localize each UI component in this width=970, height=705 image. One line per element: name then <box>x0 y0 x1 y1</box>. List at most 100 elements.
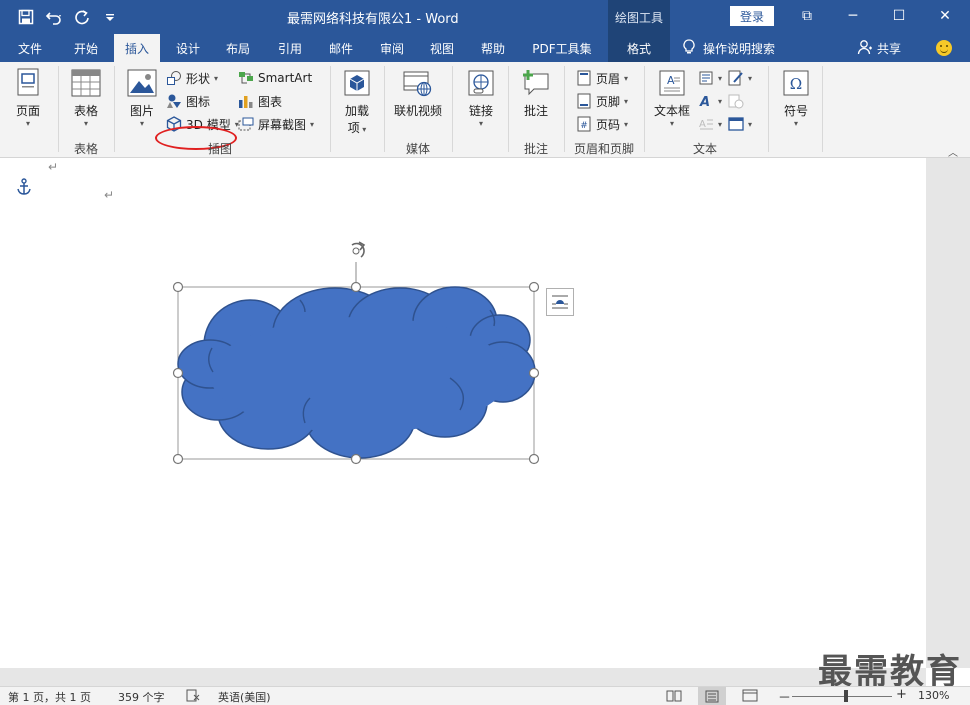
symbol-button[interactable]: Ω 符号 ▾ <box>776 68 816 129</box>
drop-cap-button[interactable]: A ▾ <box>698 114 722 134</box>
footer-icon <box>576 93 592 109</box>
header-chevron-down-icon: ▾ <box>624 73 629 83</box>
right-margin-area <box>944 158 970 668</box>
language-status[interactable]: 英语(美国) <box>218 689 271 705</box>
icons-button[interactable]: 图标 <box>166 91 210 111</box>
cloud-shape-selection[interactable] <box>168 240 548 468</box>
svg-text:A: A <box>667 74 675 87</box>
links-label: 链接 <box>468 104 493 118</box>
vertical-scrollbar[interactable] <box>926 158 944 668</box>
chart-button[interactable]: 图表 <box>238 91 282 111</box>
group-separator <box>330 66 331 152</box>
read-mode-icon[interactable] <box>666 689 682 705</box>
page-number-chevron-down-icon: ▾ <box>624 119 629 129</box>
table-label: 表格 <box>73 104 98 118</box>
link-icon <box>466 68 496 98</box>
page-count[interactable]: 第 1 页，共 1 页 <box>8 689 91 705</box>
date-time-button[interactable] <box>728 91 744 111</box>
screenshot-button[interactable]: 屏幕截图 ▾ <box>238 114 314 134</box>
addins-button[interactable]: 加载 项 ▾ <box>338 68 376 136</box>
tab-review[interactable]: 审阅 <box>368 34 416 62</box>
proofing-icon[interactable] <box>186 689 200 705</box>
group-separator <box>508 66 509 152</box>
word-count[interactable]: 359 个字 <box>118 689 165 705</box>
page-number-button[interactable]: # 页码 ▾ <box>576 114 628 134</box>
smartart-button[interactable]: SmartArt <box>238 68 312 88</box>
tab-format[interactable]: 格式 <box>608 34 670 62</box>
drop-cap-chevron-down-icon: ▾ <box>718 119 723 129</box>
minimize-button[interactable]: ─ <box>838 4 868 28</box>
group-label-illustrations: 插图 <box>207 142 232 156</box>
feedback-smiley-icon[interactable] <box>936 40 952 56</box>
group-separator <box>58 66 59 152</box>
tab-pdf-tools[interactable]: PDF工具集 <box>522 34 602 62</box>
addins-label-line1: 加载 <box>344 104 369 118</box>
quick-parts-icon <box>698 70 714 86</box>
footer-button[interactable]: 页脚 ▾ <box>576 91 628 111</box>
login-button[interactable]: 登录 <box>730 6 774 26</box>
picture-label: 图片 <box>129 104 154 118</box>
close-button[interactable]: ✕ <box>930 4 960 28</box>
undo-icon[interactable] <box>42 6 66 28</box>
ribbon-display-options-icon[interactable]: ⧉ <box>792 4 822 28</box>
tell-me-search[interactable]: 操作说明搜索 <box>683 34 775 62</box>
addins-label-line2-wrap: 项 ▾ <box>348 119 367 136</box>
shapes-label: 形状 <box>186 71 211 86</box>
icons-label: 图标 <box>186 94 211 109</box>
header-button[interactable]: 页眉 ▾ <box>576 68 628 88</box>
svg-text:A: A <box>699 119 706 130</box>
tab-insert[interactable]: 插入 <box>114 34 160 62</box>
textbox-icon: A <box>657 68 687 98</box>
table-button[interactable]: 表格 ▾ <box>66 68 106 129</box>
web-layout-icon[interactable] <box>742 689 758 705</box>
header-label: 页眉 <box>596 71 621 86</box>
lightbulb-icon <box>683 38 695 58</box>
anchor-icon <box>16 178 32 199</box>
ribbon-insert: 页面 ▾ 表格 ▾ 表格 图片 ▾ 形状 ▾ 图标 3D 模型 ▾ SmartA… <box>0 62 970 158</box>
picture-button[interactable]: 图片 ▾ <box>124 68 160 129</box>
customize-icon[interactable] <box>98 6 122 28</box>
tab-home[interactable]: 开始 <box>62 34 110 62</box>
wordart-button[interactable]: A ▾ <box>698 91 722 111</box>
zoom-level[interactable]: 130% <box>918 689 949 702</box>
pages-label: 页面 <box>15 104 40 118</box>
signature-line-button[interactable]: ▾ <box>728 68 752 88</box>
tab-view[interactable]: 视图 <box>418 34 466 62</box>
comment-button[interactable]: 批注 <box>516 68 556 119</box>
tab-layout[interactable]: 布局 <box>216 34 260 62</box>
wordart-chevron-down-icon: ▾ <box>718 96 723 106</box>
picture-icon <box>127 68 157 98</box>
textbox-button[interactable]: A 文本框 ▾ <box>652 68 692 129</box>
pages-button[interactable]: 页面 ▾ <box>10 68 46 129</box>
maximize-button[interactable]: ☐ <box>884 4 914 28</box>
picture-chevron-down-icon: ▾ <box>139 119 144 128</box>
collapse-ribbon-chevron-up-icon[interactable]: ︿ <box>948 144 958 159</box>
zoom-slider-thumb[interactable] <box>844 690 848 702</box>
object-button[interactable]: ▾ <box>728 114 752 134</box>
share-button[interactable]: 共享 <box>857 34 901 62</box>
zoom-in-button[interactable]: + <box>896 687 907 702</box>
print-layout-icon[interactable] <box>698 687 726 705</box>
shapes-button[interactable]: 形状 ▾ <box>166 68 218 88</box>
comment-icon <box>521 68 551 98</box>
online-video-button[interactable]: 联机视频 <box>390 68 446 119</box>
tab-references[interactable]: 引用 <box>266 34 314 62</box>
links-button[interactable]: 链接 ▾ <box>462 68 500 129</box>
group-separator <box>452 66 453 152</box>
zoom-out-button[interactable]: － <box>778 687 791 705</box>
save-icon[interactable] <box>14 6 38 28</box>
document-page[interactable]: ↵ ↵ <box>0 158 926 668</box>
tab-file[interactable]: 文件 <box>8 34 52 62</box>
rotate-handle[interactable] <box>352 247 360 255</box>
tab-design[interactable]: 设计 <box>166 34 210 62</box>
group-separator <box>822 66 823 152</box>
layout-options-button[interactable] <box>546 288 574 316</box>
online-video-icon <box>403 68 433 98</box>
cloud-shape[interactable] <box>177 286 536 459</box>
tab-mailings[interactable]: 邮件 <box>318 34 364 62</box>
online-video-label: 联机视频 <box>393 104 442 118</box>
tab-help[interactable]: 帮助 <box>470 34 516 62</box>
redo-icon[interactable] <box>70 6 94 28</box>
zoom-slider-track[interactable] <box>792 696 892 697</box>
quick-parts-button[interactable]: ▾ <box>698 68 722 88</box>
